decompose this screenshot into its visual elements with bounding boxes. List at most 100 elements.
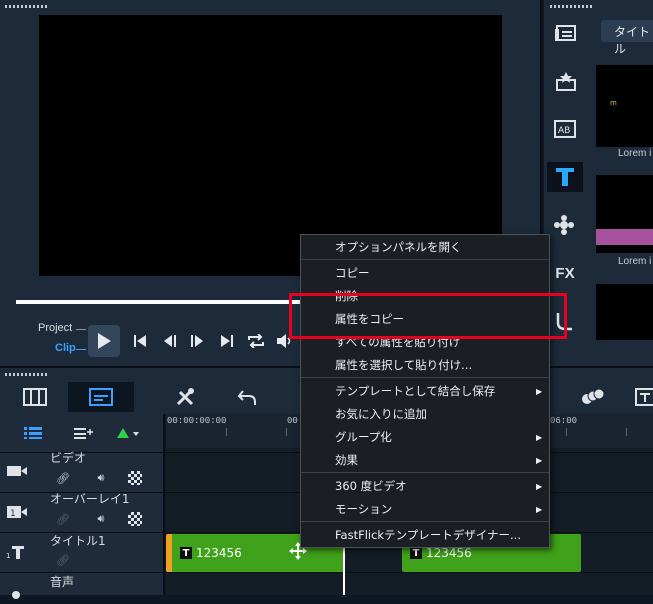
menu-item-add-favorite[interactable]: お気に入りに追加 (335, 406, 427, 422)
tools-button[interactable] (172, 386, 198, 408)
svg-text:AB: AB (558, 126, 570, 136)
menu-item-effects[interactable]: 効果 (335, 452, 358, 468)
menu-item-group[interactable]: グループ化 (335, 429, 392, 445)
previous-frame-button[interactable] (159, 330, 181, 352)
skip-end-icon (221, 335, 233, 347)
play-button[interactable] (88, 325, 120, 357)
next-frame-icon (191, 335, 203, 347)
title-track-icon: 1 (6, 543, 28, 561)
ripple-edit-button[interactable] (116, 426, 140, 440)
track-name-voice[interactable]: 音声 (50, 573, 74, 590)
mode-clip[interactable]: Clip (55, 342, 76, 354)
menu-item-copy[interactable]: コピー (335, 265, 370, 281)
title-track-button[interactable] (634, 386, 653, 408)
graphics-button[interactable] (552, 212, 578, 238)
speaker-icon[interactable]: 🔊︎ (94, 512, 108, 526)
menu-item-open-options[interactable]: オプションパネルを開く (335, 239, 462, 255)
link-icon[interactable]: 🔗︎ (56, 512, 70, 526)
ruler-tick (566, 428, 567, 436)
menu-separator (301, 377, 549, 378)
next-frame-button[interactable] (186, 330, 208, 352)
undo-icon (237, 390, 256, 405)
ruler-time-end: 06:00 (550, 416, 578, 426)
magic-wand-icon (556, 72, 576, 91)
svg-text:1: 1 (6, 552, 10, 560)
filter-button[interactable]: FX (552, 260, 578, 286)
end-button[interactable] (216, 330, 238, 352)
storyboard-view-button[interactable] (22, 386, 48, 408)
film-icon (23, 388, 47, 406)
voice-lane[interactable] (166, 572, 653, 595)
submenu-arrow-icon: ▶ (536, 433, 543, 442)
link-icon[interactable]: 🔗︎ (56, 553, 70, 567)
title-icon (556, 168, 574, 186)
mode-line (76, 329, 86, 330)
tools-icon (176, 388, 194, 406)
prev-frame-icon (164, 335, 176, 347)
timeline-icon (89, 388, 113, 406)
library-tab-title[interactable]: タイトル (601, 20, 653, 56)
title-clip-icon: T (180, 547, 192, 559)
add-track-button[interactable] (74, 426, 94, 440)
speaker-icon[interactable]: 🔊︎ (94, 471, 108, 485)
submenu-arrow-icon: ▶ (536, 482, 543, 491)
link-icon[interactable]: 🔗︎ (56, 471, 70, 485)
title-clip-icon: T (410, 547, 422, 559)
transition-button[interactable]: AB (552, 116, 578, 142)
thumbnail-caption: Lorem i (618, 148, 652, 159)
repeat-icon (248, 334, 264, 348)
menu-item-fastflick-designer[interactable]: FastFlickテンプレートデザイナー... (335, 527, 521, 543)
mode-line (76, 349, 86, 350)
multi-camera-button[interactable] (580, 386, 606, 408)
track-manager-button[interactable] (24, 426, 44, 440)
menu-item-motion[interactable]: モーション (335, 501, 392, 517)
title-thumbnail[interactable] (596, 284, 653, 340)
submenu-arrow-icon: ▶ (536, 387, 543, 396)
scrubber-progress[interactable] (16, 300, 316, 304)
title-thumbnail[interactable] (596, 175, 653, 253)
overlapping-circles-icon (582, 388, 605, 404)
transition-icon: AB (554, 120, 576, 138)
title-clip-label: 123456 (196, 546, 242, 560)
panel-grip[interactable] (5, 373, 47, 376)
panel-grip[interactable] (550, 5, 592, 8)
ruler-time-start: 00:00:00:00 (167, 416, 227, 426)
track-name-overlay[interactable]: オーバーレイ1 (50, 490, 130, 507)
panel-grip[interactable] (5, 5, 47, 8)
track-name-video[interactable]: ビデオ (50, 449, 86, 466)
ruler-tick (286, 428, 287, 436)
checker-icon[interactable] (128, 471, 142, 485)
list-icon (24, 427, 42, 439)
ruler-tick (626, 428, 627, 436)
track-name-title[interactable]: タイトル1 (50, 532, 106, 549)
submenu-arrow-icon: ▶ (536, 505, 543, 514)
submenu-arrow-icon: ▶ (536, 456, 543, 465)
video-track-icon (6, 462, 28, 480)
instant-project-button[interactable] (552, 68, 578, 94)
title-thumbnail[interactable]: m (596, 65, 653, 147)
media-icon (555, 25, 576, 41)
undo-button[interactable] (234, 386, 260, 408)
thumbnail-caption: Lorem i (618, 256, 652, 267)
graphics-icon (554, 215, 574, 235)
list-add-icon (74, 428, 93, 439)
svg-text:1: 1 (10, 509, 16, 519)
timeline-view-button[interactable] (88, 386, 114, 408)
title-button[interactable] (552, 164, 578, 190)
triangle-up-icon (117, 428, 139, 438)
menu-separator (301, 521, 549, 522)
annotation-highlight-box (289, 293, 567, 339)
menu-item-360-video[interactable]: 360 度ビデオ (335, 478, 407, 494)
home-button[interactable] (129, 330, 151, 352)
ruler-tick (226, 428, 227, 436)
menu-item-paste-selected-attributes[interactable]: 属性を選択して貼り付け... (335, 357, 472, 373)
skip-start-icon (134, 335, 146, 347)
menu-separator (301, 259, 549, 260)
media-library-button[interactable] (552, 20, 578, 46)
checker-icon[interactable] (128, 512, 142, 526)
voice-track-icon (6, 586, 28, 604)
repeat-button[interactable] (245, 330, 267, 352)
menu-item-save-as-template[interactable]: テンプレートとして結合し保存 (335, 383, 495, 399)
mode-project[interactable]: Project (38, 322, 72, 334)
overlay-track-icon: 1 (6, 503, 28, 521)
